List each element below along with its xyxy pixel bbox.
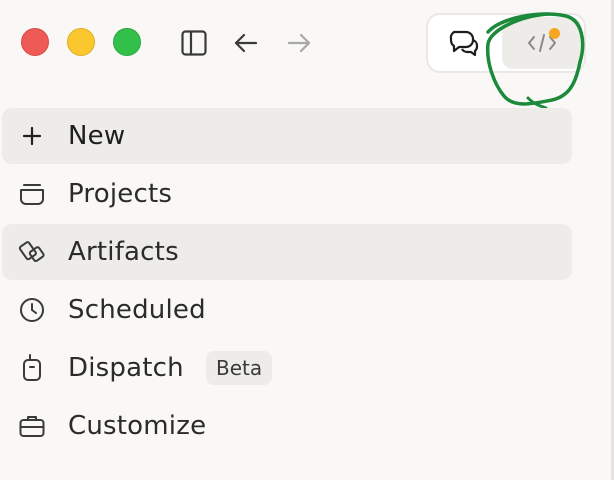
mode-switch xyxy=(426,13,586,73)
arrow-left-icon xyxy=(234,33,258,53)
sidebar-item-label: Scheduled xyxy=(68,295,206,325)
device-icon xyxy=(17,353,47,383)
back-button[interactable] xyxy=(231,28,261,58)
plus-icon xyxy=(17,121,47,151)
sidebar-item-dispatch[interactable]: Dispatch Beta xyxy=(2,340,572,396)
code-mode-button[interactable] xyxy=(502,17,582,69)
sidebar-toggle-icon xyxy=(181,30,207,56)
sidebar-toggle-button[interactable] xyxy=(179,28,209,58)
forward-button[interactable] xyxy=(284,28,314,58)
briefcase-icon xyxy=(17,411,47,441)
sidebar-item-new[interactable]: New xyxy=(2,108,572,164)
chat-mode-button[interactable] xyxy=(430,17,500,69)
sidebar-item-label: Projects xyxy=(68,179,173,209)
arrow-right-icon xyxy=(287,33,311,53)
sidebar-item-customize[interactable]: Customize xyxy=(2,398,572,454)
sidebar-item-label: Dispatch xyxy=(68,353,184,383)
projects-tray-icon xyxy=(17,179,47,209)
sidebar-item-label: New xyxy=(68,121,126,151)
sidebar-item-label: Artifacts xyxy=(68,237,179,267)
clock-icon xyxy=(17,295,47,325)
close-window-button[interactable] xyxy=(21,28,49,56)
sidebar-item-scheduled[interactable]: Scheduled xyxy=(2,282,572,338)
minimize-window-button[interactable] xyxy=(67,28,95,56)
sidebar-item-projects[interactable]: Projects xyxy=(2,166,572,222)
zoom-window-button[interactable] xyxy=(113,28,141,56)
sidebar-item-label: Customize xyxy=(68,411,207,441)
chat-bubbles-icon xyxy=(449,30,479,57)
sidebar-item-artifacts[interactable]: Artifacts xyxy=(2,224,572,280)
notification-dot xyxy=(549,28,560,39)
artifacts-shapes-icon xyxy=(17,237,47,267)
beta-badge: Beta xyxy=(206,351,273,385)
